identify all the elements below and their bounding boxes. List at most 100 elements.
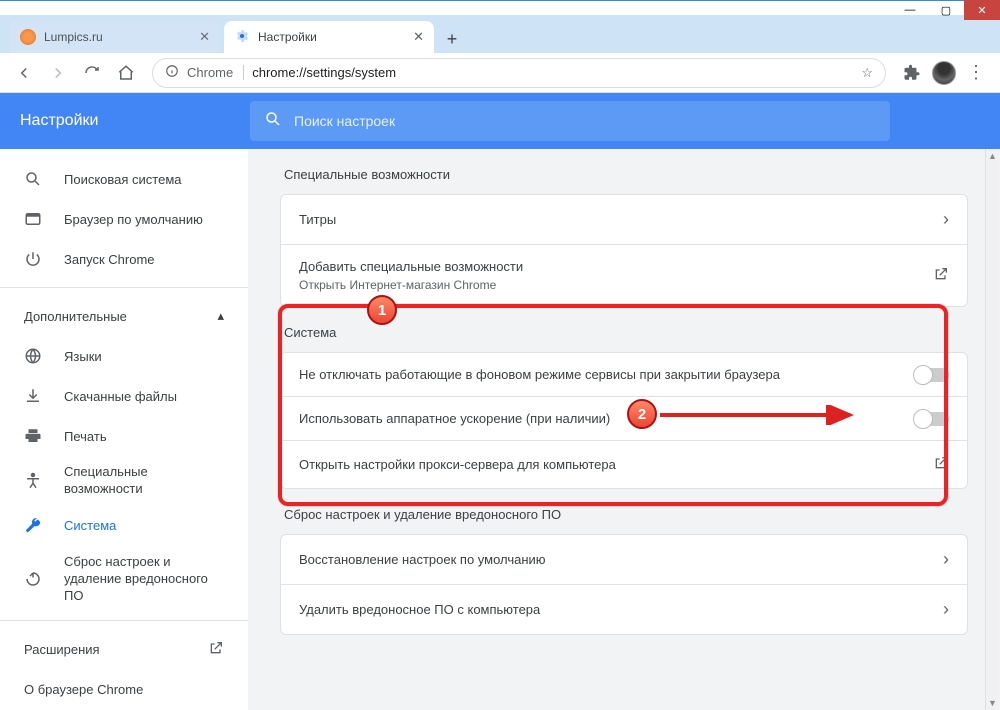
- scrollbar-up[interactable]: ▲: [985, 149, 999, 163]
- captions-row[interactable]: Титры ›: [281, 195, 967, 244]
- system-card: Не отключать работающие в фоновом режиме…: [280, 352, 968, 489]
- section-title-accessibility: Специальные возможности: [280, 149, 968, 194]
- sidebar-item-label: Запуск Chrome: [64, 252, 155, 267]
- print-icon: [24, 427, 42, 445]
- sidebar-item-languages[interactable]: Языки: [0, 336, 248, 376]
- row-label: Удалить вредоносное ПО с компьютера: [299, 602, 540, 617]
- forward-button[interactable]: [44, 59, 72, 87]
- section-title-system: Система: [280, 307, 968, 352]
- search-icon: [24, 170, 42, 188]
- tab-favicon: [20, 29, 36, 45]
- browser-toolbar: Chrome chrome://settings/system ☆ ⋮: [0, 53, 1000, 93]
- tab-title: Настройки: [258, 30, 317, 44]
- row-label: Титры: [299, 212, 336, 227]
- remove-malware-row[interactable]: Удалить вредоносное ПО с компьютера ›: [281, 584, 967, 634]
- sidebar-item-label: Скачанные файлы: [64, 389, 177, 404]
- section-title-reset: Сброс настроек и удаление вредоносного П…: [280, 489, 968, 534]
- reload-button[interactable]: [78, 59, 106, 87]
- power-icon: [24, 250, 42, 268]
- sidebar-item-about[interactable]: О браузере Chrome: [0, 669, 248, 709]
- menu-button[interactable]: ⋮: [962, 59, 990, 87]
- row-label: Не отключать работающие в фоновом режиме…: [299, 367, 780, 382]
- chevron-right-icon: ›: [943, 209, 949, 230]
- settings-sidebar: Поисковая система Браузер по умолчанию З…: [0, 149, 248, 710]
- restore-defaults-row[interactable]: Восстановление настроек по умолчанию ›: [281, 535, 967, 584]
- background-apps-toggle[interactable]: [915, 368, 949, 382]
- sidebar-advanced-label: Дополнительные: [24, 309, 127, 324]
- maximize-button[interactable]: ▢: [928, 0, 964, 20]
- divider: [0, 287, 248, 288]
- sidebar-item-label: Языки: [64, 349, 102, 364]
- row-label: Использовать аппаратное ускорение (при н…: [299, 411, 610, 426]
- background-apps-row: Не отключать работающие в фоновом режиме…: [281, 353, 967, 396]
- tab-lumpics[interactable]: Lumpics.ru ✕: [10, 21, 220, 53]
- browser-window: ― ▢ ✕ Lumpics.ru ✕ Настройки ✕ + Chrome …: [0, 0, 1000, 710]
- sidebar-item-label: Расширения: [24, 642, 100, 657]
- address-bar[interactable]: Chrome chrome://settings/system ☆: [152, 58, 886, 88]
- window-buttons: ― ▢ ✕: [892, 1, 1000, 15]
- new-tab-button[interactable]: +: [438, 25, 466, 53]
- tab-close-icon[interactable]: ✕: [413, 29, 424, 45]
- wrench-icon: [24, 517, 42, 535]
- row-sublabel: Открыть Интернет-магазин Chrome: [299, 278, 523, 292]
- open-external-icon: [208, 640, 224, 659]
- sidebar-item-system[interactable]: Система: [0, 506, 248, 546]
- sidebar-item-label: Печать: [64, 429, 107, 444]
- reset-card: Восстановление настроек по умолчанию › У…: [280, 534, 968, 635]
- sidebar-item-search-engine[interactable]: Поисковая система: [0, 159, 248, 199]
- back-button[interactable]: [10, 59, 38, 87]
- hardware-accel-row: Использовать аппаратное ускорение (при н…: [281, 396, 967, 440]
- extensions-button[interactable]: [898, 59, 926, 87]
- accessibility-card: Титры › Добавить специальные возможности…: [280, 194, 968, 307]
- proxy-settings-row[interactable]: Открыть настройки прокси-сервера для ком…: [281, 440, 967, 488]
- chevron-right-icon: ›: [943, 549, 949, 570]
- scrollbar-track[interactable]: [985, 163, 999, 696]
- profile-avatar[interactable]: [932, 61, 956, 85]
- bookmark-star-icon[interactable]: ☆: [861, 65, 873, 81]
- tab-close-icon[interactable]: ✕: [199, 29, 210, 45]
- page-title: Настройки: [20, 112, 220, 130]
- close-button[interactable]: ✕: [964, 0, 1000, 20]
- search-icon: [264, 110, 282, 133]
- row-label: Добавить специальные возможности: [299, 259, 523, 274]
- search-settings[interactable]: [250, 101, 890, 141]
- minimize-button[interactable]: ―: [892, 0, 928, 20]
- url-text: chrome://settings/system: [252, 65, 396, 80]
- add-accessibility-row[interactable]: Добавить специальные возможности Открыть…: [281, 244, 967, 306]
- tab-strip: Lumpics.ru ✕ Настройки ✕ +: [0, 15, 1000, 53]
- sidebar-item-default-browser[interactable]: Браузер по умолчанию: [0, 199, 248, 239]
- divider: [0, 620, 248, 621]
- chevron-right-icon: ›: [943, 599, 949, 620]
- site-info-icon[interactable]: [165, 64, 179, 81]
- settings-body: Поисковая система Браузер по умолчанию З…: [0, 149, 1000, 710]
- sidebar-item-print[interactable]: Печать: [0, 416, 248, 456]
- tab-settings[interactable]: Настройки ✕: [224, 21, 434, 53]
- hardware-accel-toggle[interactable]: [915, 412, 949, 426]
- row-label: Открыть настройки прокси-сервера для ком…: [299, 457, 616, 472]
- download-icon: [24, 387, 42, 405]
- sidebar-item-label: Поисковая система: [64, 172, 182, 187]
- home-button[interactable]: [112, 59, 140, 87]
- sidebar-item-reset[interactable]: Сброс настроек и удаление вредоносного П…: [0, 546, 248, 613]
- sidebar-item-label: О браузере Chrome: [24, 682, 143, 697]
- sidebar-item-label: Сброс настроек и удаление вредоносного П…: [64, 554, 214, 605]
- sidebar-item-accessibility[interactable]: Специальные возможности: [0, 456, 248, 506]
- url-scheme-label: Chrome: [187, 65, 244, 80]
- search-input[interactable]: [294, 113, 876, 129]
- chevron-up-icon: ▴: [217, 308, 224, 324]
- scrollbar-down[interactable]: ▼: [985, 696, 999, 710]
- open-external-icon: [933, 455, 949, 474]
- tab-favicon: [234, 28, 250, 47]
- sidebar-item-extensions[interactable]: Расширения: [0, 629, 248, 669]
- sidebar-item-label: Система: [64, 518, 116, 533]
- settings-header: Настройки: [0, 93, 1000, 149]
- sidebar-item-downloads[interactable]: Скачанные файлы: [0, 376, 248, 416]
- sidebar-advanced-toggle[interactable]: Дополнительные ▴: [0, 296, 248, 336]
- open-external-icon: [933, 266, 949, 285]
- window-titlebar: ― ▢ ✕: [0, 0, 1000, 15]
- sidebar-item-startup[interactable]: Запуск Chrome: [0, 239, 248, 279]
- settings-content: Специальные возможности Титры › Добавить…: [248, 149, 1000, 710]
- globe-icon: [24, 347, 42, 365]
- sidebar-item-label: Специальные возможности: [64, 464, 224, 498]
- row-label: Восстановление настроек по умолчанию: [299, 552, 546, 567]
